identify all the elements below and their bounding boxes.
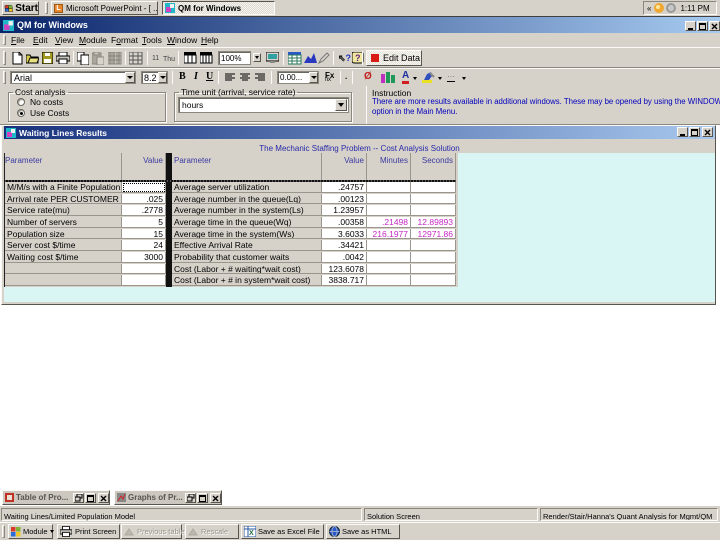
- svg-text:X: X: [249, 530, 254, 537]
- svg-text:?: ?: [355, 53, 361, 63]
